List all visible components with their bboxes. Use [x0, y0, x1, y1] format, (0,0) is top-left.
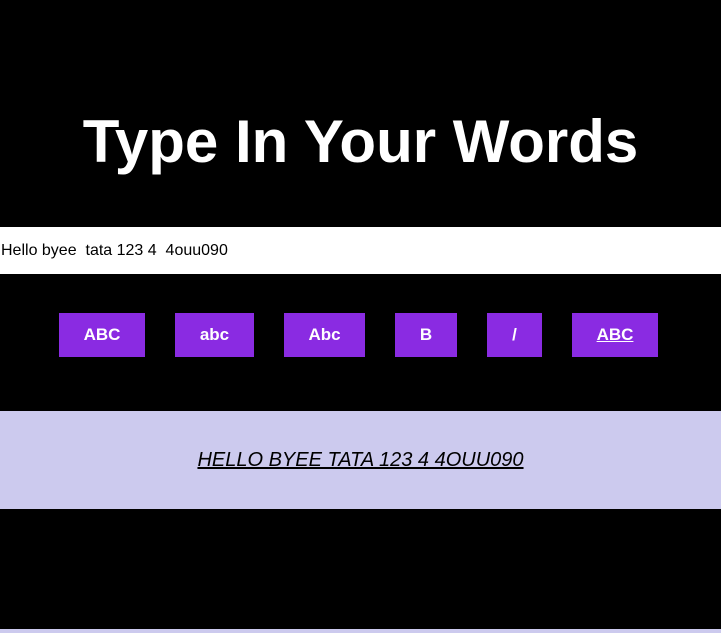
underline-button[interactable]: ABC [572, 313, 658, 357]
output-text: HELLO BYEE TATA 123 4 4OUU090 [197, 448, 524, 471]
page: Type In Your Words ABC abc Abc B / ABC H… [0, 0, 721, 633]
capitalize-button[interactable]: Abc [284, 313, 365, 357]
bold-button[interactable]: B [395, 313, 457, 357]
uppercase-button[interactable]: ABC [59, 313, 145, 357]
lowercase-button[interactable]: abc [175, 313, 254, 357]
italic-button[interactable]: / [487, 313, 542, 357]
text-input[interactable] [0, 227, 721, 274]
output-panel: HELLO BYEE TATA 123 4 4OUU090 [0, 411, 721, 509]
bottom-panel-edge [0, 629, 721, 633]
page-title: Type In Your Words [82, 108, 639, 175]
